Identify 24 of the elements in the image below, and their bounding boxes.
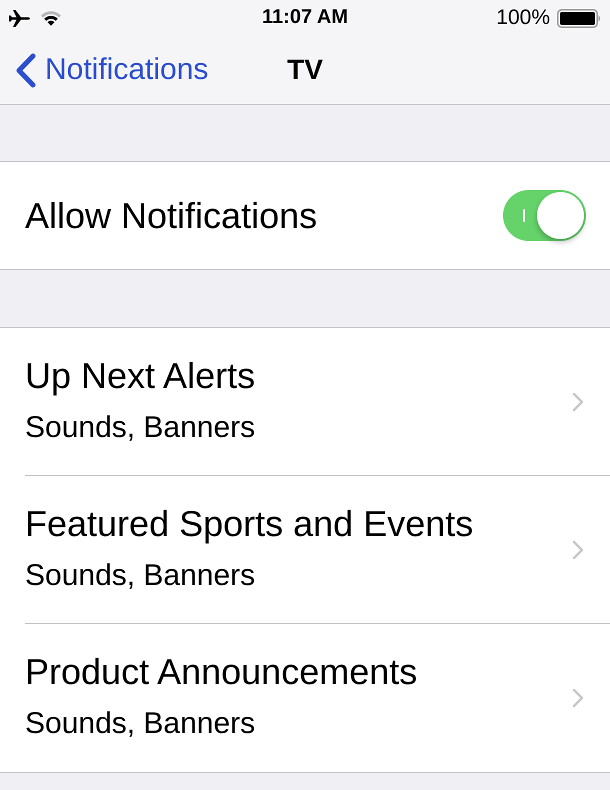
category-title: Featured Sports and Events xyxy=(25,502,474,546)
battery-icon xyxy=(557,8,601,28)
notification-category-row[interactable]: Up Next Alerts Sounds, Banners xyxy=(0,328,610,476)
category-title: Product Announcements xyxy=(25,650,418,694)
wifi-icon xyxy=(40,10,62,26)
status-time: 11:07 AM xyxy=(262,5,348,29)
battery-percentage: 100% xyxy=(496,6,550,30)
chevron-right-icon xyxy=(572,688,584,708)
airplane-icon xyxy=(9,10,30,26)
back-button[interactable]: Notifications xyxy=(0,52,212,88)
toggle-switch[interactable] xyxy=(503,190,586,241)
category-subtitle: Sounds, Banners xyxy=(25,410,256,446)
toggle-knob xyxy=(537,192,584,239)
notification-category-row[interactable]: Product Announcements Sounds, Banners xyxy=(0,624,610,772)
chevron-right-icon xyxy=(572,540,584,560)
notification-category-row[interactable]: Featured Sports and Events Sounds, Banners xyxy=(0,476,610,624)
category-subtitle: Sounds, Banners xyxy=(25,706,256,742)
chevron-right-icon xyxy=(572,392,584,412)
category-title: Up Next Alerts xyxy=(25,354,256,398)
allow-notifications-label: Allow Notifications xyxy=(25,194,318,238)
nav-title: TV xyxy=(287,53,323,87)
category-subtitle: Sounds, Banners xyxy=(25,558,256,594)
back-chevron-icon xyxy=(15,52,36,88)
on-indicator-icon xyxy=(523,209,525,222)
